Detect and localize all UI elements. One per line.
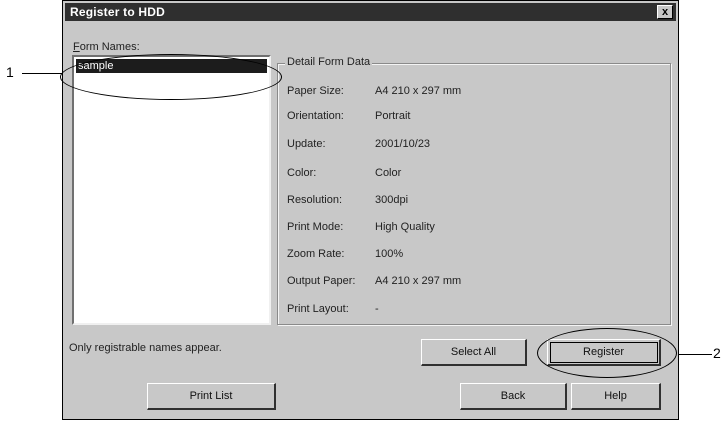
print-list-button[interactable]: Print List — [147, 383, 276, 410]
callout-number-2: 2 — [713, 345, 721, 361]
callout-line-2 — [676, 354, 712, 355]
detail-form-data-group: Detail Form Data Paper Size: A4 210 x 297… — [277, 56, 671, 325]
back-button[interactable]: Back — [460, 383, 567, 410]
registrable-names-hint: Only registrable names appear. — [69, 342, 222, 354]
form-names-label: Form Names: — [73, 41, 140, 53]
callout-ellipse-2 — [537, 328, 677, 378]
title-bar: Register to HDD x — [65, 3, 676, 21]
help-button[interactable]: Help — [571, 383, 661, 410]
close-icon: x — [661, 6, 669, 18]
window-title: Register to HDD — [70, 5, 166, 19]
detail-form-data-caption: Detail Form Data — [285, 56, 373, 68]
callout-number-1: 1 — [6, 64, 14, 80]
callout-ellipse-1 — [60, 54, 282, 100]
select-all-button[interactable]: Select All — [421, 339, 527, 366]
close-button[interactable]: x — [657, 5, 673, 19]
